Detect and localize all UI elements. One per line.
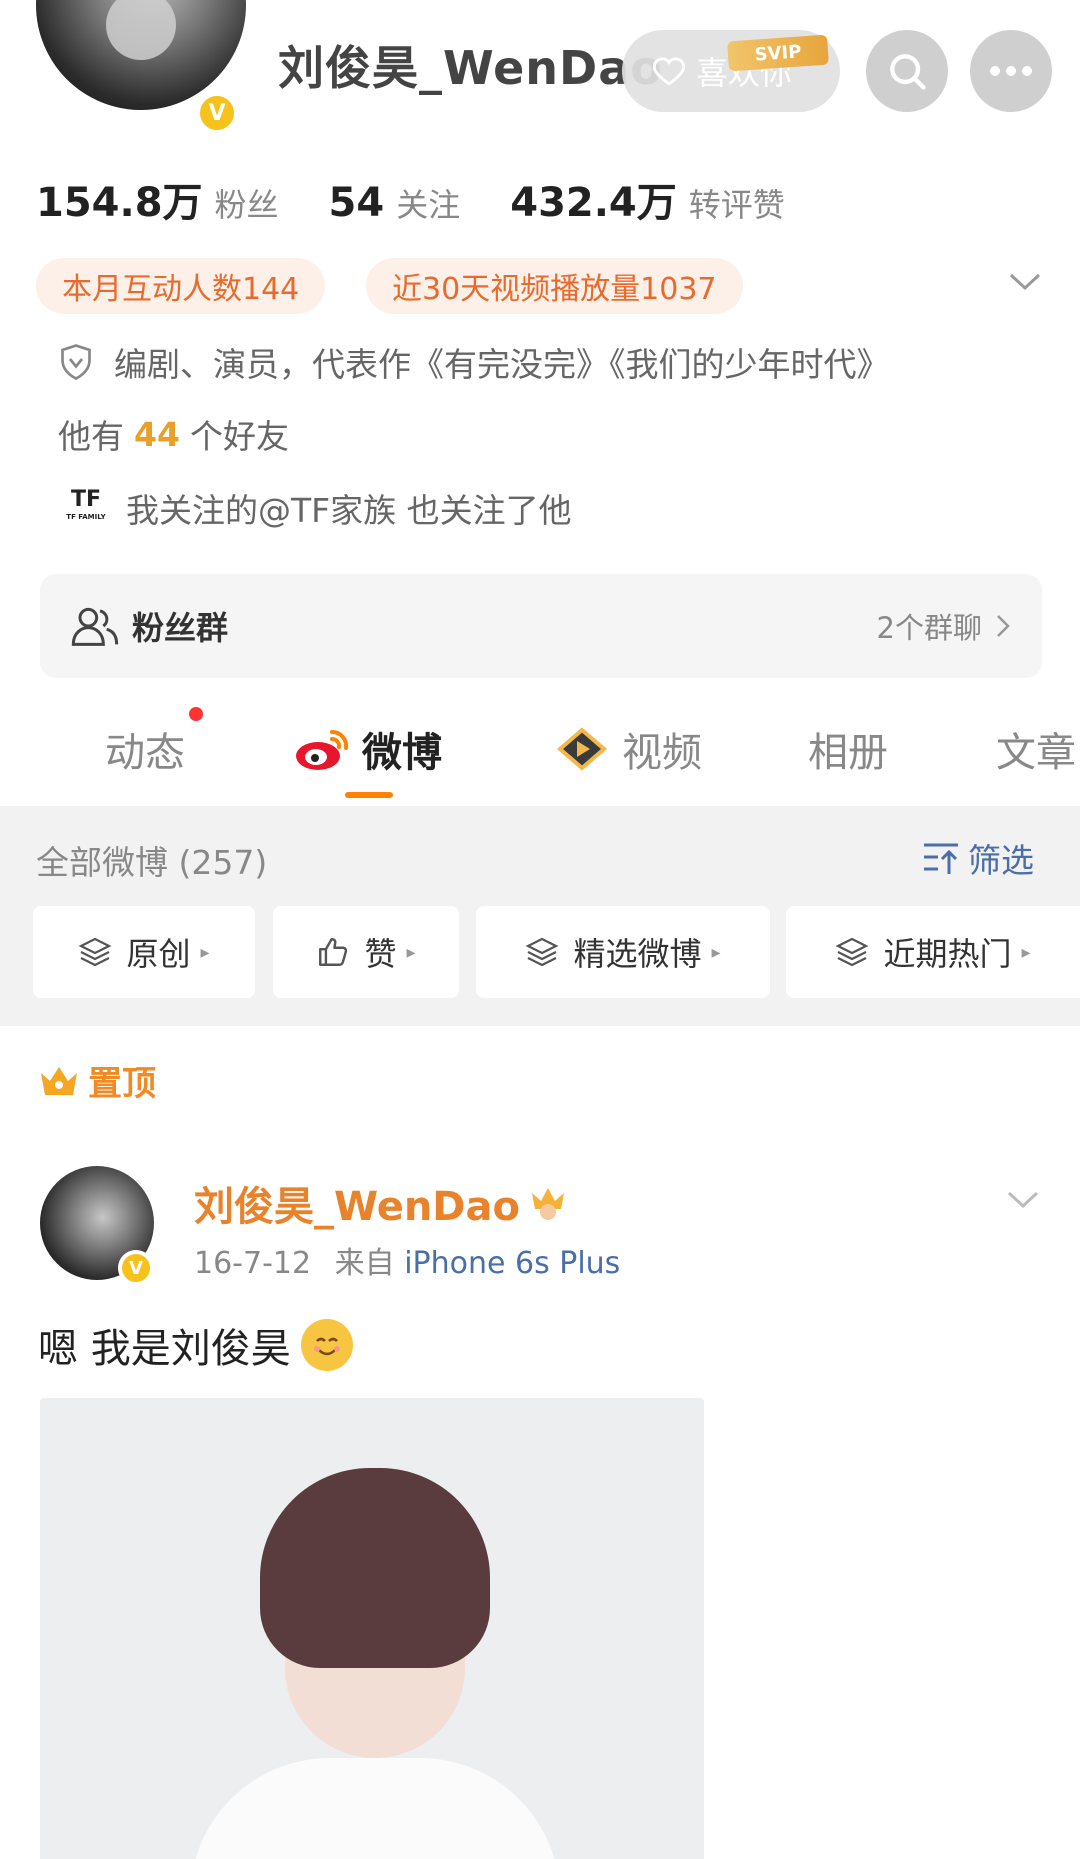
chip-likes[interactable]: 赞 ▸ [273,906,459,998]
crown-icon [41,1066,77,1095]
thumbs-up-icon [319,938,348,966]
post-text: 嗯 我是刘俊昊 [38,1316,353,1374]
followers-label[interactable]: 粉丝 [215,180,279,226]
bio-text: 编剧、演员，代表作《有完没完》《我们的少年时代》 [114,345,890,384]
tab-video[interactable]: 视频 [554,720,702,778]
chip-recent-hot[interactable]: 近期热门 ▸ [786,906,1080,998]
layers-icon [79,937,112,967]
mutual-follow-line[interactable]: TF TF FAMILY 我关注的@TF家族 也关注了他 [60,484,572,532]
more-button[interactable] [970,30,1052,112]
pinned-label: 置顶 [38,1056,156,1105]
engagement-label: 转评赞 [688,186,785,224]
layers-icon [526,937,559,967]
active-tab-indicator [345,792,393,798]
following-count[interactable]: 54 [329,180,385,226]
group-people-icon [71,607,119,646]
tab-album[interactable]: 相册 [808,720,888,778]
all-weibo-count: 全部微博 (257) [36,843,268,882]
fan-group-row[interactable]: 粉丝群 2个群聊 [40,574,1042,678]
filter-icon [924,843,958,874]
friends-line[interactable]: 他有 44 个好友 [58,410,289,458]
post-meta: 16-7-12 来自 iPhone 6s Plus [194,1238,620,1282]
filter-button[interactable]: 筛选 [922,834,1034,882]
engagement-count: 432.4万 [510,180,677,226]
notification-dot [189,707,203,721]
following-label[interactable]: 关注 [396,180,460,226]
followers-count[interactable]: 154.8万 [36,170,203,228]
post-from-prefix: 来自 [334,1246,395,1281]
tab-weibo[interactable]: 微博 [294,720,442,778]
tf-family-logo: TF TF FAMILY [66,487,106,522]
search-icon [890,54,926,90]
fan-group-label: 粉丝群 [132,609,229,647]
layers-icon [836,937,869,967]
video-badge-icon [556,727,608,771]
shield-icon [61,344,91,381]
profile-stats: 154.8万 粉丝 54 关注 432.4万 转评赞 [36,170,835,228]
more-dots-icon [990,66,1032,76]
friends-prefix: 他有 [58,417,124,456]
like-you-button[interactable]: 喜欢你 SVIP [622,30,840,112]
verified-badge-icon: V [118,1250,154,1286]
back-arrow-icon[interactable]: ‹ [30,45,52,99]
video-plays-tag[interactable]: 近30天视频播放量1037 [366,258,743,314]
heart-icon [652,57,686,86]
post-source: iPhone 6s Plus [404,1246,621,1281]
chevron-right-icon [997,615,1010,637]
interaction-tag[interactable]: 本月互动人数144 [36,258,326,314]
profile-username: 刘俊昊_WenDao [278,41,663,95]
friends-suffix: 个好友 [189,417,289,456]
mutual-follow-text: 我关注的@TF家族 也关注了他 [126,491,572,530]
weibo-logo-icon [296,729,349,770]
search-button[interactable] [866,30,948,112]
post-author-name[interactable]: 刘俊昊_WenDao [194,1174,568,1232]
chip-featured[interactable]: 精选微博 ▸ [476,906,770,998]
fan-group-count: 2个群聊 [877,605,1012,647]
bio-line: 编剧、演员，代表作《有完没完》《我们的少年时代》 [58,338,890,386]
crown-emoji-icon [531,1188,564,1220]
post-date: 16-7-12 [194,1246,312,1281]
smile-emoji-icon [300,1319,353,1371]
chevron-down-icon[interactable] [1008,262,1042,302]
tab-articles[interactable]: 文章 [996,720,1076,778]
post-menu-chevron-icon[interactable] [1006,1180,1040,1220]
friends-count: 44 [134,414,180,454]
svip-badge: SVIP [727,34,829,72]
verified-badge-icon: V [196,92,238,134]
chip-original[interactable]: 原创 ▸ [33,906,255,998]
post-image[interactable] [40,1398,704,1859]
tab-dynamics[interactable]: 动态 [105,720,185,778]
